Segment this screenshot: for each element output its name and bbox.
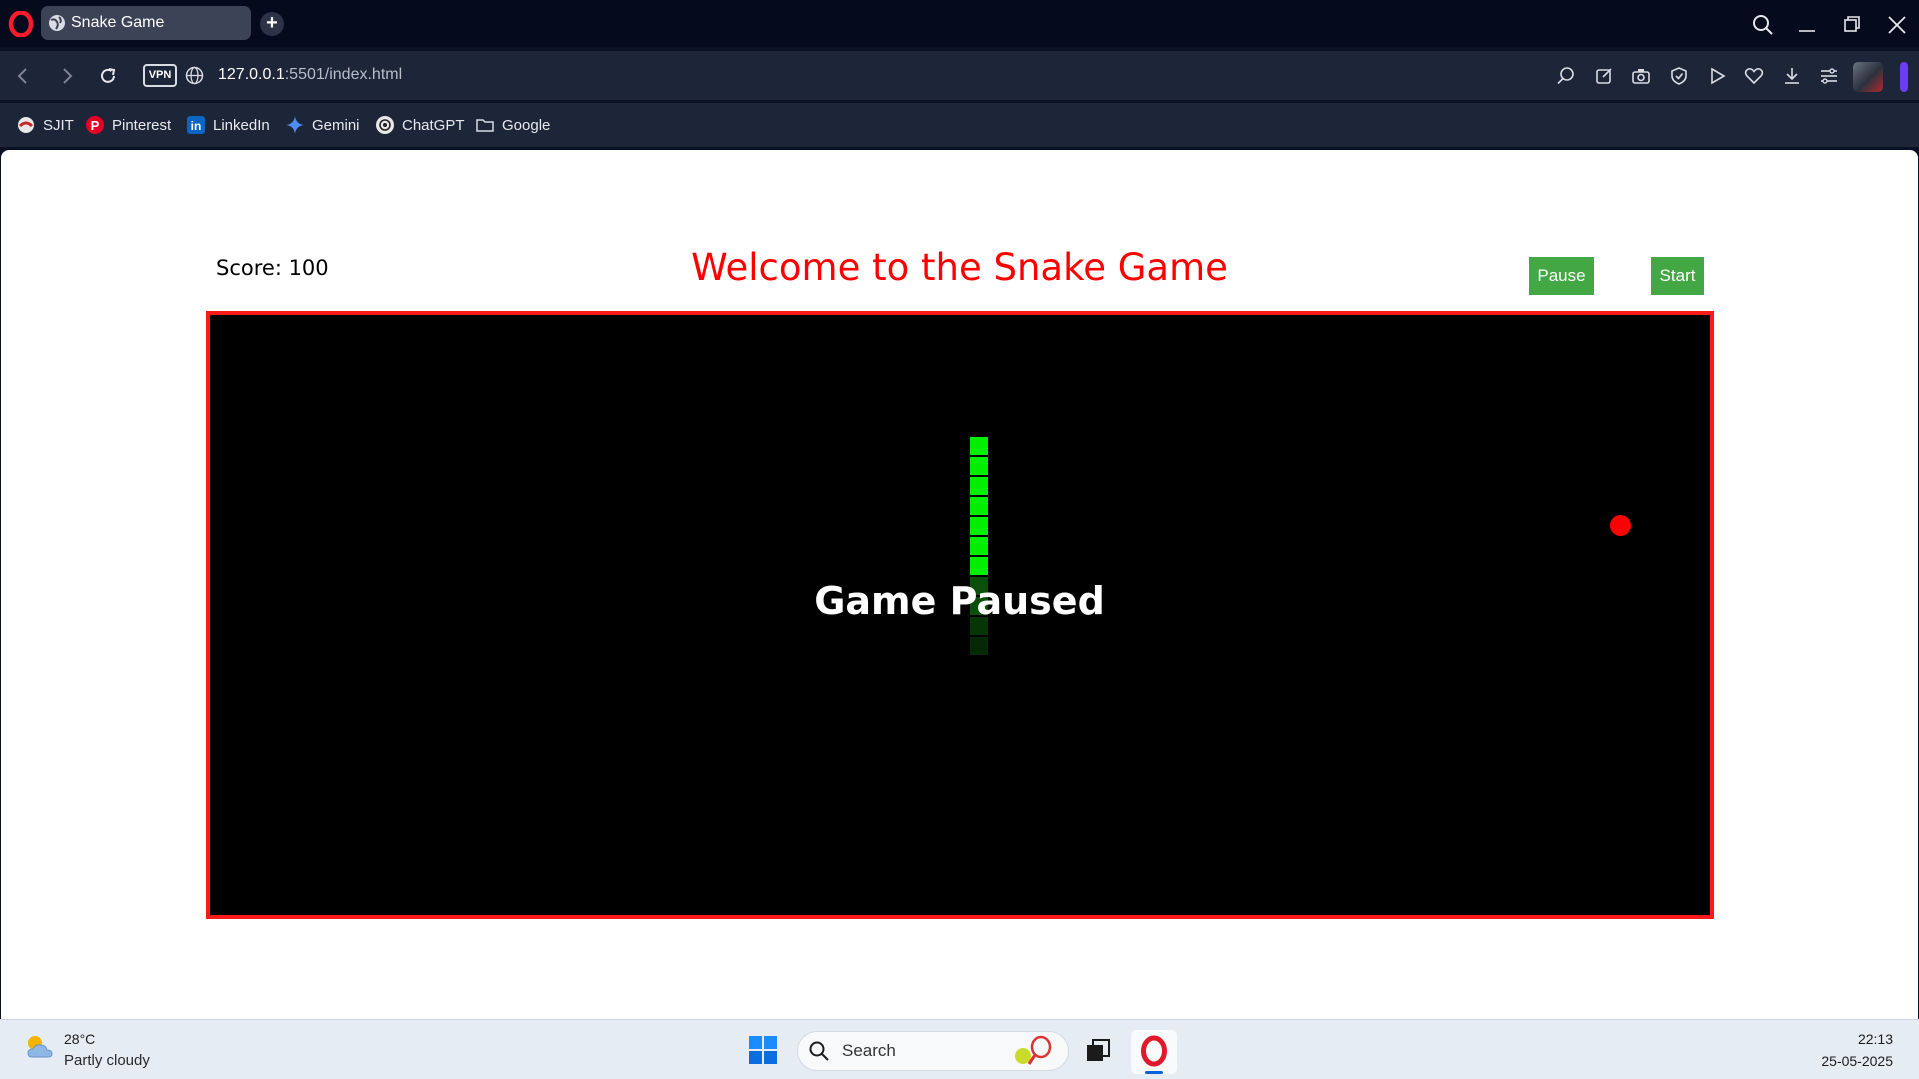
bookmark-sjit[interactable]: SJIT — [16, 114, 74, 136]
folder-icon — [476, 119, 494, 132]
browser-titlebar — [0, 0, 1919, 47]
sjit-icon — [18, 117, 34, 133]
page-title: Welcome to the Snake Game — [691, 246, 1228, 289]
gemini-icon — [286, 116, 304, 134]
find-in-page-icon[interactable] — [1553, 63, 1579, 89]
opera-icon — [1141, 1035, 1167, 1067]
address-bar[interactable]: 127.0.0.1:5501/index.html — [218, 66, 402, 84]
snake-segment — [970, 517, 988, 535]
bookmark-pinterest[interactable]: P Pinterest — [85, 114, 171, 136]
forward-icon[interactable] — [54, 63, 80, 89]
bookmark-label: Google — [502, 116, 551, 134]
close-icon[interactable] — [1884, 12, 1910, 38]
pinterest-icon: P — [86, 116, 104, 134]
svg-text:P: P — [91, 118, 100, 133]
bookmark-chatgpt[interactable]: ChatGPT — [375, 114, 465, 136]
play-icon[interactable] — [1704, 63, 1730, 89]
food-dot — [1610, 515, 1631, 536]
vpn-badge[interactable]: VPN — [143, 64, 177, 87]
globe-icon — [49, 15, 65, 31]
camera-icon[interactable] — [1628, 63, 1654, 89]
snake-segment — [970, 537, 988, 555]
snake-segment — [970, 437, 988, 455]
back-icon[interactable] — [10, 63, 36, 89]
clock-time[interactable]: 22:13 — [1720, 1031, 1893, 1047]
weather-description: Partly cloudy — [64, 1052, 150, 1069]
active-app-indicator — [1145, 1071, 1163, 1074]
weather-temperature: 28°C — [64, 1031, 96, 1047]
search-tabs-icon[interactable] — [1750, 12, 1776, 38]
minimize-icon[interactable] — [1794, 12, 1820, 38]
download-icon[interactable] — [1779, 63, 1805, 89]
bookmark-google-folder[interactable]: Google — [475, 114, 550, 136]
bookmark-label: SJIT — [43, 116, 74, 134]
reload-icon[interactable] — [95, 63, 121, 89]
snake-segment — [970, 497, 988, 515]
bookmark-label: LinkedIn — [213, 116, 270, 134]
svg-text:in: in — [191, 119, 202, 133]
search-placeholder: Search — [842, 1041, 896, 1060]
linkedin-icon: in — [187, 116, 205, 134]
search-icon — [809, 1041, 829, 1061]
restore-icon[interactable] — [1839, 12, 1865, 38]
pause-button[interactable]: Pause — [1529, 257, 1594, 295]
windows-start-icon[interactable] — [748, 1035, 778, 1065]
bookmark-gemini[interactable]: Gemini — [285, 114, 360, 136]
snake-segment — [970, 557, 988, 575]
tab-title: Snake Game — [71, 14, 165, 31]
taskbar-opera-button[interactable] — [1131, 1030, 1177, 1074]
bookmark-linkedin[interactable]: in LinkedIn — [186, 114, 270, 136]
heart-icon[interactable] — [1741, 63, 1767, 89]
url-path: :5501/index.html — [284, 66, 403, 83]
tennis-highlight-icon — [1015, 1035, 1052, 1065]
opera-logo-icon[interactable] — [8, 11, 34, 37]
task-view-icon[interactable] — [1085, 1038, 1111, 1064]
snake-segment — [970, 477, 988, 495]
site-info-icon[interactable] — [185, 66, 204, 85]
easy-setup-icon[interactable] — [1816, 63, 1842, 89]
start-button[interactable]: Start — [1651, 257, 1704, 295]
chatgpt-icon — [376, 116, 394, 134]
shield-icon[interactable] — [1666, 63, 1692, 89]
url-host: 127.0.0.1 — [218, 66, 285, 83]
snake-segment — [970, 457, 988, 475]
bookmark-label: ChatGPT — [402, 116, 465, 134]
clock-date[interactable]: 25-05-2025 — [1720, 1053, 1893, 1069]
snake-segment — [970, 637, 988, 655]
sidebar-toggle[interactable] — [1900, 62, 1908, 92]
game-paused-message: Game Paused — [814, 579, 1105, 623]
partly-cloudy-icon[interactable] — [22, 1030, 56, 1064]
profile-avatar[interactable] — [1853, 62, 1883, 92]
new-tab-button[interactable]: + — [260, 12, 284, 36]
edit-icon[interactable] — [1591, 63, 1617, 89]
bookmark-label: Pinterest — [112, 116, 172, 134]
bookmark-label: Gemini — [312, 116, 360, 134]
